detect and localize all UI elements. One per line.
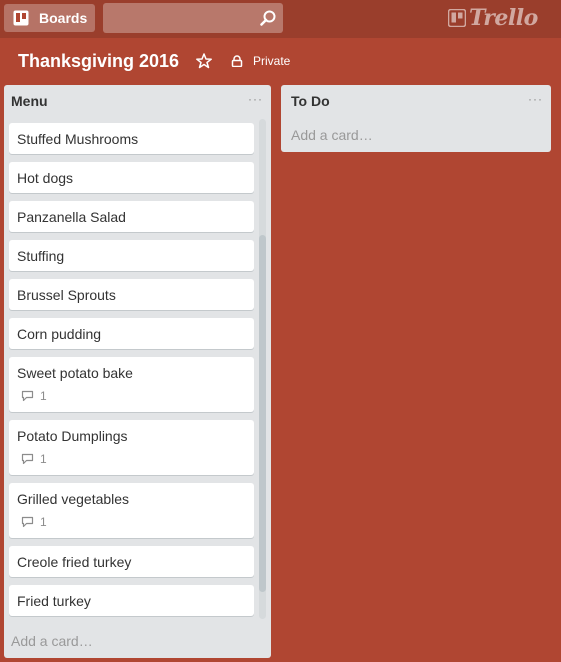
list-card[interactable]: Stuffing bbox=[9, 240, 254, 271]
add-card-link[interactable]: Add a card… bbox=[11, 633, 93, 649]
list-card[interactable]: Creole fried turkey bbox=[9, 546, 254, 577]
list-card[interactable]: Sweet potato bake 1 bbox=[9, 357, 254, 412]
add-card-link[interactable]: Add a card… bbox=[291, 127, 373, 143]
top-header: Boards Trello bbox=[0, 0, 561, 38]
search-box[interactable] bbox=[103, 3, 283, 33]
list-menu: Menu ··· Stuffed Mushrooms Hot dogs Panz… bbox=[4, 85, 271, 658]
card-title: Fried turkey bbox=[17, 593, 91, 609]
list-title[interactable]: Menu bbox=[11, 93, 48, 109]
privacy-label: Private bbox=[253, 54, 291, 68]
card-title: Sweet potato bake bbox=[17, 365, 133, 381]
list-menu-button[interactable]: ··· bbox=[528, 93, 543, 105]
card-title: Stuffing bbox=[17, 248, 65, 264]
card-title: Panzanella Salad bbox=[17, 209, 126, 225]
comment-badge: 1 bbox=[17, 451, 246, 467]
comment-badge: 1 bbox=[17, 514, 246, 530]
card-title: Corn pudding bbox=[17, 326, 102, 342]
list-card[interactable]: Brussel Sprouts bbox=[9, 279, 254, 310]
comment-badge: 1 bbox=[17, 388, 246, 404]
list-card[interactable]: Potato Dumplings 1 bbox=[9, 420, 254, 475]
list-todo: To Do ··· Add a card… bbox=[281, 85, 551, 152]
card-title: Hot dogs bbox=[17, 170, 74, 186]
card-title: Creole fried turkey bbox=[17, 554, 132, 570]
comment-icon bbox=[21, 453, 34, 465]
list-card[interactable]: Grilled vegetables 1 bbox=[9, 483, 254, 538]
trello-logo[interactable]: Trello bbox=[448, 4, 538, 32]
search-input[interactable] bbox=[103, 3, 283, 33]
trello-logo-icon bbox=[448, 9, 466, 27]
list-card[interactable]: Hot dogs bbox=[9, 162, 254, 193]
list-title[interactable]: To Do bbox=[291, 93, 330, 109]
list-card[interactable]: Stuffed Mushrooms bbox=[9, 123, 254, 154]
privacy-button[interactable]: Private bbox=[231, 53, 290, 69]
comment-icon bbox=[21, 390, 34, 402]
comment-count: 1 bbox=[40, 389, 47, 403]
card-list: Stuffed Mushrooms Hot dogs Panzanella Sa… bbox=[9, 123, 254, 624]
lock-icon bbox=[231, 55, 243, 67]
trello-logo-text: Trello bbox=[469, 5, 538, 31]
list-card[interactable]: Corn pudding bbox=[9, 318, 254, 349]
card-title: Stuffed Mushrooms bbox=[17, 131, 139, 147]
list-menu-button[interactable]: ··· bbox=[248, 93, 263, 105]
boards-label: Boards bbox=[39, 10, 88, 26]
comment-icon bbox=[21, 516, 34, 528]
scrollbar-thumb[interactable] bbox=[259, 235, 266, 592]
star-icon[interactable] bbox=[195, 52, 213, 70]
card-title: Potato Dumplings bbox=[17, 428, 128, 444]
boards-button[interactable]: Boards bbox=[4, 4, 95, 32]
board-title[interactable]: Thanksgiving 2016 bbox=[18, 51, 179, 72]
list-card[interactable]: Fried turkey bbox=[9, 585, 254, 616]
comment-count: 1 bbox=[40, 515, 47, 529]
comment-count: 1 bbox=[40, 452, 47, 466]
list-card[interactable]: Panzanella Salad bbox=[9, 201, 254, 232]
card-title: Brussel Sprouts bbox=[17, 287, 116, 303]
boards-icon bbox=[13, 10, 29, 26]
search-icon[interactable] bbox=[260, 10, 276, 26]
card-title: Grilled vegetables bbox=[17, 491, 130, 507]
